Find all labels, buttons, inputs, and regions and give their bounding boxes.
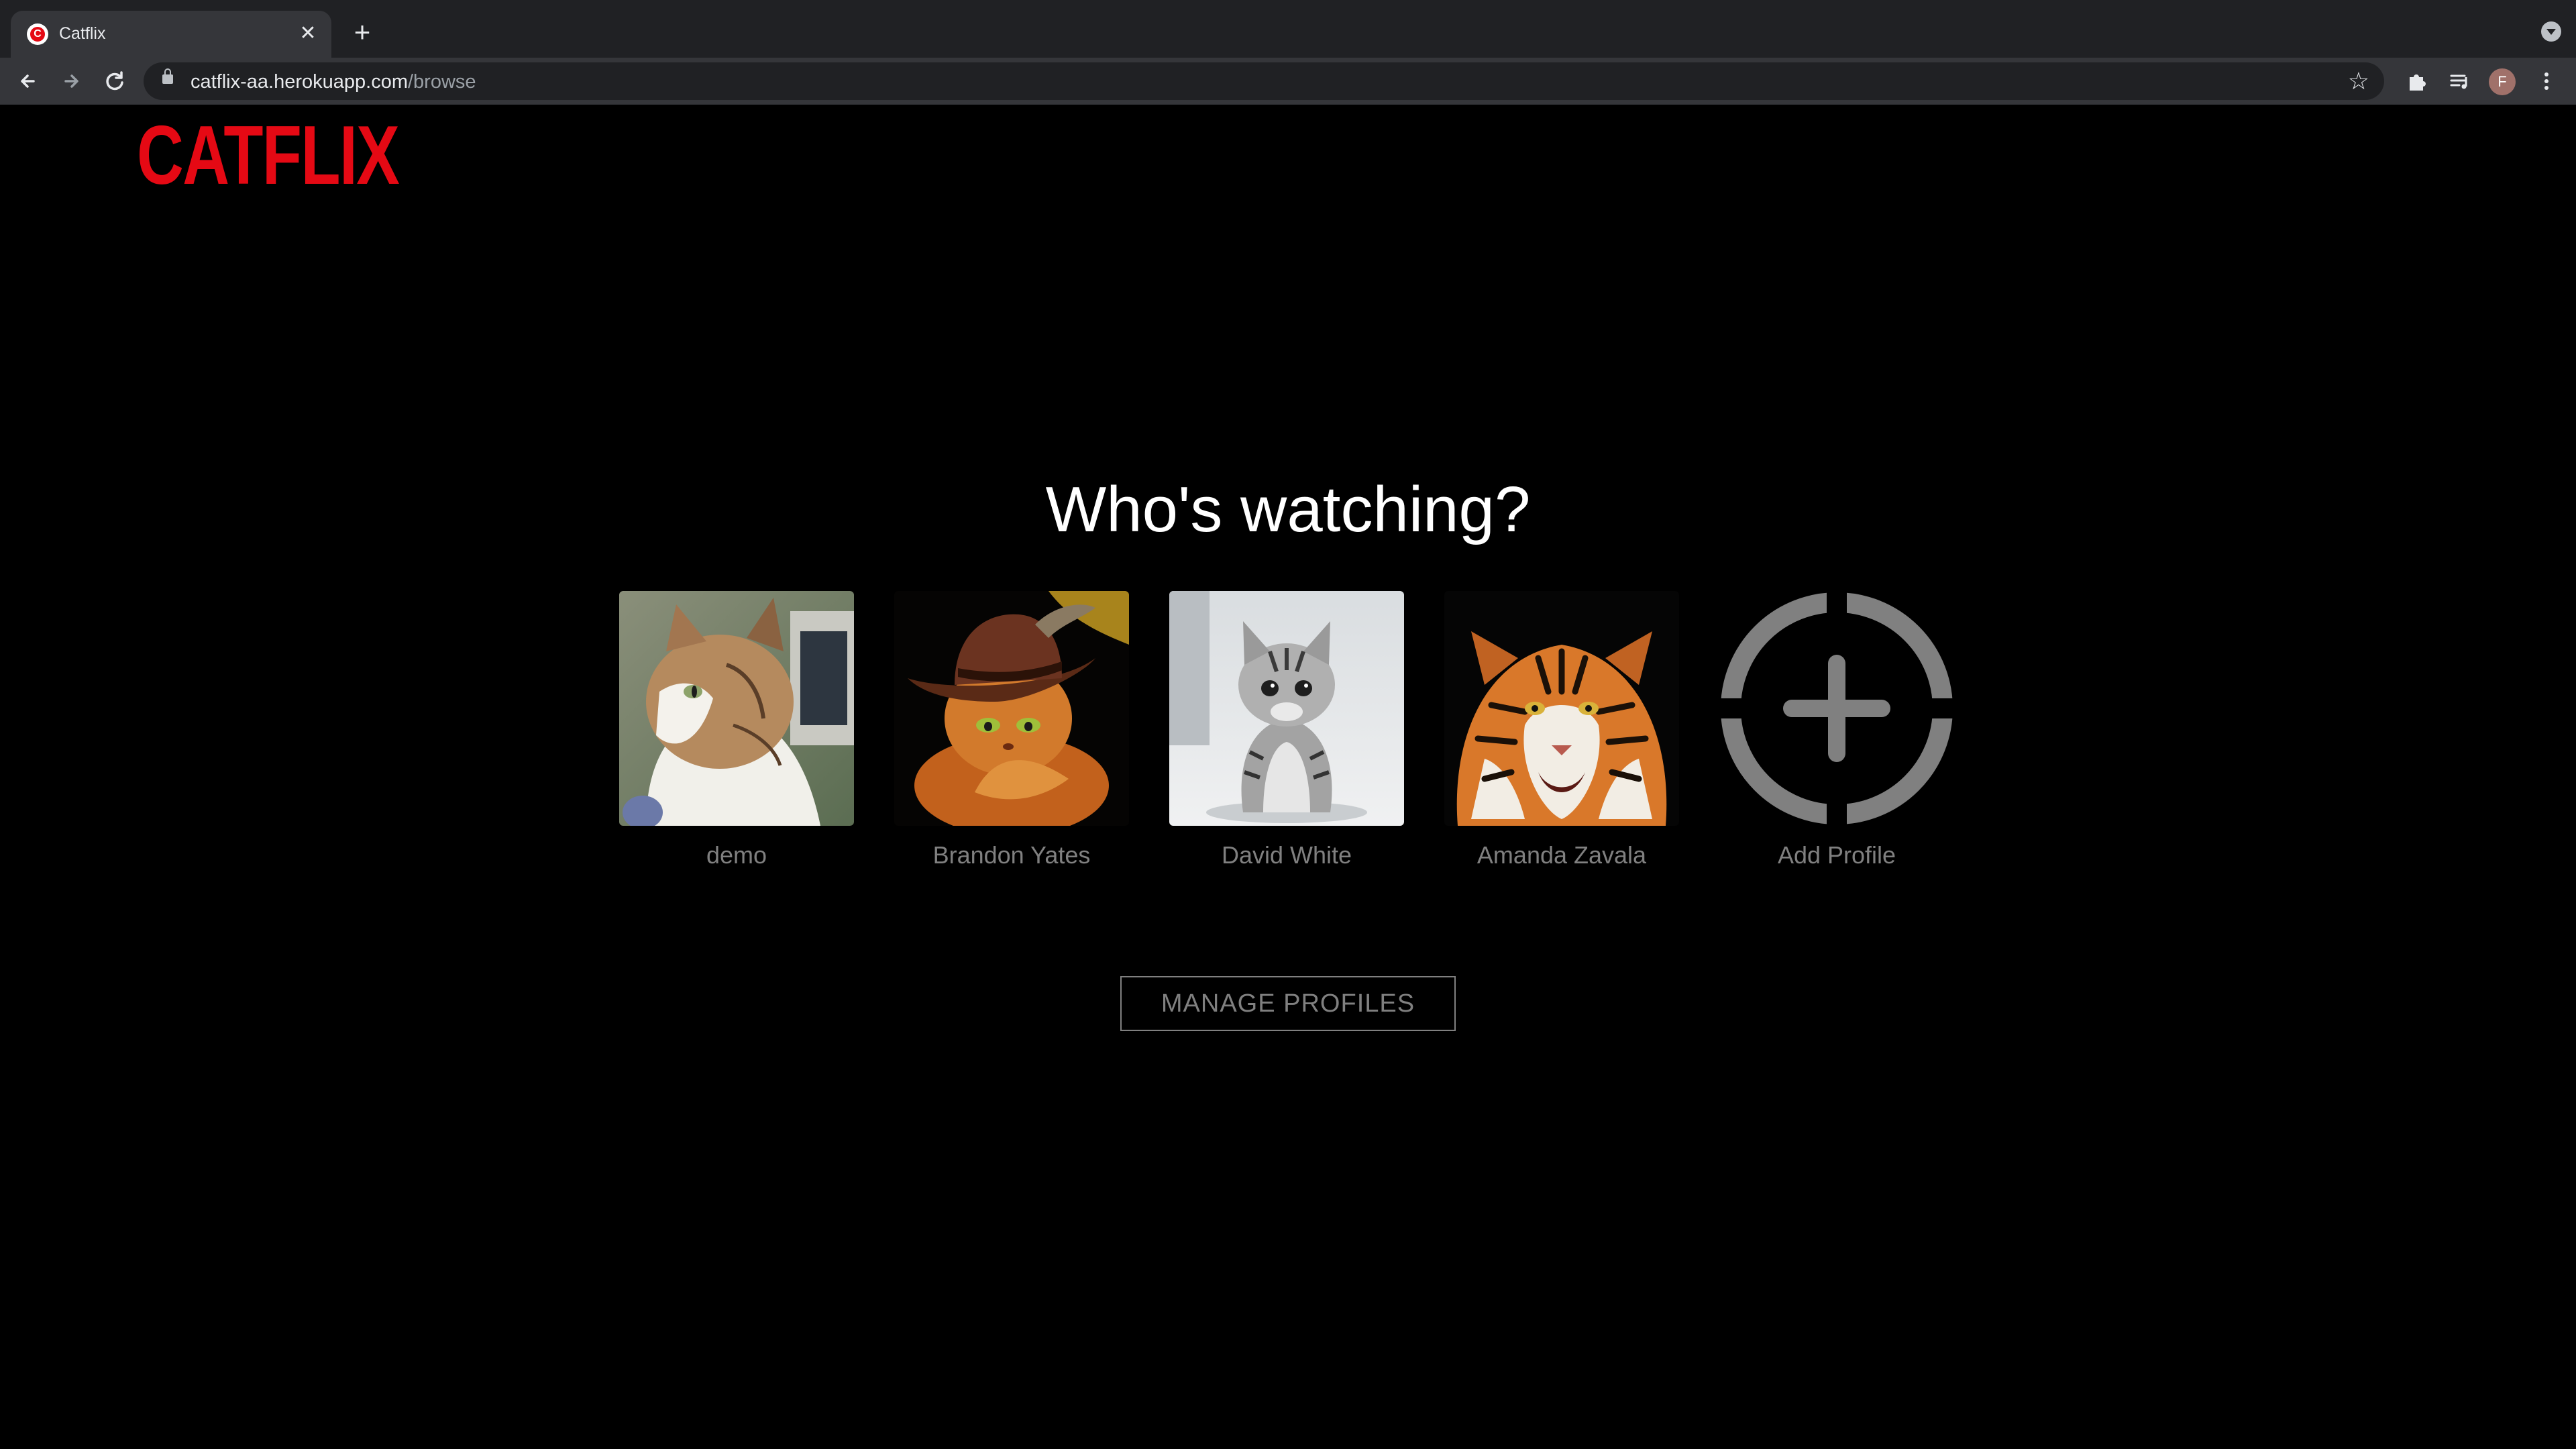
media-playlist-icon[interactable] [2445, 66, 2474, 96]
add-profile-plus-circle-icon[interactable] [1719, 591, 1954, 826]
browser-tab-bar: C Catflix ✕ + [0, 0, 2576, 58]
profile-name: demo [706, 841, 767, 869]
profile-name: David White [1221, 841, 1352, 869]
lock-icon[interactable] [162, 68, 173, 84]
kebab-menu-icon[interactable] [2532, 66, 2561, 96]
browser-tab-catflix[interactable]: C Catflix ✕ [11, 11, 331, 58]
catflix-favicon-icon: C [27, 23, 48, 45]
new-tab-button[interactable]: + [349, 18, 376, 46]
catflix-logo[interactable]: CATFLIX [137, 114, 400, 197]
add-profile-label: Add Profile [1777, 841, 1896, 869]
page-title: Who's watching? [1045, 474, 1531, 545]
extensions-icon[interactable] [2402, 66, 2431, 96]
profile-brandon-yates[interactable]: Brandon Yates [894, 591, 1130, 870]
profile-demo[interactable]: demo [619, 591, 855, 870]
profile-amanda-zavala[interactable]: Amanda Zavala [1444, 591, 1680, 870]
reload-icon[interactable] [101, 66, 130, 96]
forward-arrow-icon[interactable] [56, 66, 86, 96]
back-arrow-icon[interactable] [13, 66, 43, 96]
profile-list: demo Brandon Yates David White Amanda Za… [619, 591, 1980, 873]
close-tab-icon[interactable]: ✕ [297, 22, 319, 45]
profile-avatar-image[interactable] [619, 591, 854, 826]
tab-title: Catflix [59, 24, 106, 43]
profile-name: Amanda Zavala [1477, 841, 1647, 869]
address-bar[interactable]: catflix-aa.herokuapp.com/browse ☆ [144, 62, 2384, 100]
add-profile[interactable]: Add Profile [1719, 591, 1955, 870]
browser-profile-avatar[interactable]: F [2489, 68, 2516, 95]
bookmark-star-icon[interactable]: ☆ [2348, 68, 2369, 95]
profile-avatar-image[interactable] [1169, 591, 1404, 826]
profile-name: Brandon Yates [932, 841, 1091, 869]
browser-toolbar: catflix-aa.herokuapp.com/browse ☆ F [0, 58, 2576, 105]
tab-search-button[interactable] [2541, 21, 2561, 42]
url-text[interactable]: catflix-aa.herokuapp.com/browse [191, 71, 476, 93]
profile-david-white[interactable]: David White [1169, 591, 1405, 870]
profile-avatar-image[interactable] [1444, 591, 1679, 826]
manage-profiles-button[interactable]: MANAGE PROFILES [1120, 976, 1456, 1031]
profile-avatar-image[interactable] [894, 591, 1129, 826]
